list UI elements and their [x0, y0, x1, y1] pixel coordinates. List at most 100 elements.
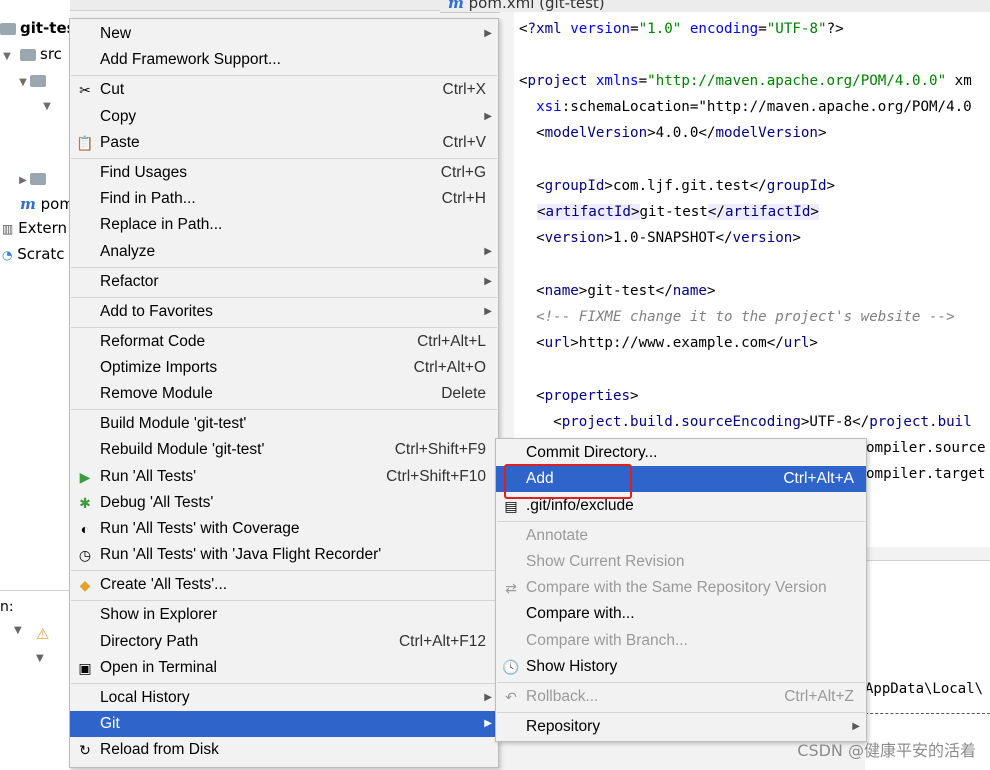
tree-java[interactable]: ▼ — [40, 92, 54, 116]
tree-main[interactable]: ▼ — [16, 68, 50, 92]
menu-item-label: New — [100, 25, 132, 42]
menu-item-label: Annotate — [526, 527, 589, 544]
shortcut-label: Ctrl+V — [442, 134, 487, 151]
submenu-arrow-icon: ▶ — [484, 692, 492, 703]
debug-all-tests-icon: ✱ — [79, 495, 91, 511]
chevron-right-icon[interactable]: ▶ — [16, 169, 30, 193]
menu-item-add-framework-support[interactable]: Add Framework Support... — [70, 47, 498, 73]
menu-item-label: Cut — [100, 81, 125, 98]
menu-item-label: Show Current Revision — [526, 553, 685, 570]
create-all-tests-icon: ◆ — [79, 577, 91, 593]
rollback-icon: ↶ — [505, 689, 517, 705]
menu-item-build-module-git-test[interactable]: Build Module 'git-test' — [70, 411, 498, 437]
output-divider — [865, 713, 990, 714]
menu-item-label: Create 'All Tests'... — [100, 576, 228, 593]
code-line: <!-- FIXME change it to the project's we… — [519, 309, 955, 325]
code-line: <url>http://www.example.com</url> — [519, 335, 818, 351]
menu-separator — [71, 570, 497, 571]
project-context-menu: New ▶ Add Framework Support... ✂ Cut Ctrl+X Co… — [69, 18, 499, 768]
menu-item-commit-directory[interactable]: Commit Directory... — [496, 440, 866, 466]
menu-item-compare-with-the-same-repository-version: ⇄ Compare with the Same Repository Versio… — [496, 575, 866, 601]
menu-separator — [71, 297, 497, 298]
shortcut-label: Ctrl+G — [440, 164, 486, 181]
shortcut-label: Ctrl+Alt+F12 — [398, 633, 486, 650]
menu-item-paste[interactable]: 📋 Paste Ctrl+V — [70, 130, 498, 156]
menu-item-rollback: ↶ Rollback... Ctrl+Alt+Z — [496, 684, 866, 710]
highlight-box — [504, 464, 632, 499]
menu-item-label: Add to Favorites — [100, 303, 213, 320]
menu-item-replace-in-path[interactable]: Replace in Path... — [70, 212, 498, 238]
menu-item-run-all-tests-with-java-flight-recorder[interactable]: ◷ Run 'All Tests' with 'Java Flight Recor… — [70, 542, 498, 568]
menu-item-create-all-tests[interactable]: ◆ Create 'All Tests'... — [70, 572, 498, 598]
tree-scratches[interactable]: ◔ Scratc — [2, 242, 65, 266]
chevron-down-icon[interactable]: ▼ — [0, 45, 14, 69]
run-panel: n: ▼ ⚠ ▼ — [0, 590, 70, 770]
menu-item-remove-module[interactable]: Remove Module Delete — [70, 381, 498, 407]
code-line: ompiler.target — [866, 466, 986, 482]
shortcut-label: Ctrl+H — [441, 190, 486, 207]
chevron-down-icon[interactable]: ▼ — [40, 95, 54, 119]
run-all-tests-with-coverage-icon: ◐ — [80, 521, 90, 537]
code-line: <properties> — [519, 388, 639, 404]
menu-item-copy[interactable]: Copy ▶ — [70, 104, 498, 130]
menu-item-label: Refactor — [100, 273, 159, 290]
libraries-icon: ▥ — [2, 222, 14, 236]
menu-item-git[interactable]: Git ▶ — [70, 711, 498, 737]
code-line: xsi:schemaLocation="http://maven.apache.… — [536, 99, 972, 115]
watermark: CSDN @健康平安的活着 — [797, 741, 976, 760]
menu-item-label: Compare with the Same Repository Version — [526, 579, 827, 596]
menu-item-refactor[interactable]: Refactor ▶ — [70, 269, 498, 295]
menu-item-open-in-terminal[interactable]: ▣ Open in Terminal — [70, 655, 498, 681]
shortcut-label: Ctrl+X — [442, 81, 487, 98]
menu-item-reload-from-disk[interactable]: ↻ Reload from Disk — [70, 737, 498, 763]
chevron-down-icon[interactable]: ▼ — [16, 71, 30, 95]
menu-item-analyze[interactable]: Analyze ▶ — [70, 239, 498, 265]
menu-item-label: Open in Terminal — [100, 659, 217, 676]
project-tree-panel: git-tes ▼ src ▼ ▼ ▶ m pom ▥ Extern ◔ Scra… — [0, 0, 70, 590]
menu-item-add-to-favorites[interactable]: Add to Favorites ▶ — [70, 299, 498, 325]
menu-item-run-all-tests[interactable]: ▶ Run 'All Tests' Ctrl+Shift+F10 — [70, 464, 498, 490]
menu-item-debug-all-tests[interactable]: ✱ Debug 'All Tests' — [70, 490, 498, 516]
folder-icon — [30, 74, 46, 87]
menu-separator — [71, 158, 497, 159]
menu-item-directory-path[interactable]: Directory Path Ctrl+Alt+F12 — [70, 629, 498, 655]
menu-separator — [497, 712, 865, 713]
menu-item-rebuild-module-git-test[interactable]: Rebuild Module 'git-test' Ctrl+Shift+F9 — [70, 437, 498, 463]
menu-item-find-in-path[interactable]: Find in Path... Ctrl+H — [70, 186, 498, 212]
menu-item-label: Build Module 'git-test' — [100, 415, 247, 432]
menu-item-label: Optimize Imports — [100, 359, 218, 376]
submenu-arrow-icon: ▶ — [484, 306, 492, 317]
editor-tab-pom[interactable]: m pom.xml (git-test) — [448, 0, 605, 12]
tree-src[interactable]: ▼ src — [0, 42, 62, 66]
menu-item-new[interactable]: New ▶ — [70, 21, 498, 47]
menu-item-label: Remove Module — [100, 385, 213, 402]
menu-item-cut[interactable]: ✂ Cut Ctrl+X — [70, 77, 498, 103]
menu-item-local-history[interactable]: Local History ▶ — [70, 685, 498, 711]
submenu-arrow-icon: ▶ — [484, 246, 492, 257]
menu-separator — [71, 683, 497, 684]
chevron-down-icon[interactable]: ▼ — [14, 625, 22, 636]
tree-root[interactable]: git-tes — [0, 16, 70, 40]
menu-item-run-all-tests-with-coverage[interactable]: ◐ Run 'All Tests' with Coverage — [70, 516, 498, 542]
tree-pom[interactable]: m pom — [20, 192, 70, 216]
menu-item-label: Commit Directory... — [526, 444, 658, 461]
menu-item-label: Compare with... — [526, 605, 635, 622]
menu-item-show-in-explorer[interactable]: Show in Explorer — [70, 602, 498, 628]
scratches-icon: ◔ — [2, 248, 13, 262]
submenu-arrow-icon: ▶ — [484, 718, 492, 729]
menu-separator — [71, 600, 497, 601]
menu-item-label: Replace in Path... — [100, 216, 223, 233]
menu-item-compare-with[interactable]: Compare with... — [496, 601, 866, 627]
run-all-tests-with-java-flight-recorder-icon: ◷ — [78, 547, 92, 563]
menu-separator — [497, 521, 865, 522]
menu-item-optimize-imports[interactable]: Optimize Imports Ctrl+Alt+O — [70, 355, 498, 381]
menu-item-label: Find Usages — [100, 164, 188, 181]
tree-test[interactable]: ▶ — [16, 166, 50, 190]
menu-item-show-history[interactable]: 🕓 Show History — [496, 654, 866, 680]
menu-item-find-usages[interactable]: Find Usages Ctrl+G — [70, 160, 498, 186]
chevron-down-icon[interactable]: ▼ — [36, 653, 44, 664]
tree-external-libraries[interactable]: ▥ Extern — [2, 216, 67, 240]
menu-item-reformat-code[interactable]: Reformat Code Ctrl+Alt+L — [70, 329, 498, 355]
reload-from-disk-icon: ↻ — [79, 742, 91, 758]
menu-item-label: Reload from Disk — [100, 741, 219, 758]
